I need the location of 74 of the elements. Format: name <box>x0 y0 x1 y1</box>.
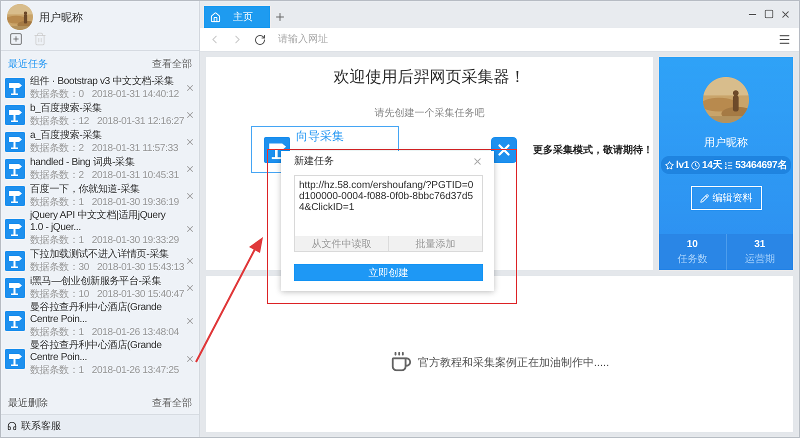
task-time: 2018-01-30 15:43:13 <box>97 262 184 274</box>
task-time: 2018-01-30 19:36:19 <box>92 196 179 208</box>
task-time: 2018-01-31 11:57:33 <box>92 142 178 154</box>
signpost-icon <box>5 132 25 152</box>
level-text: lv1 <box>676 160 689 170</box>
task-time: 2018-01-31 10:45:31 <box>92 170 179 182</box>
signpost-icon <box>5 348 25 368</box>
task-count: 数据条数：2 <box>30 142 84 154</box>
task-count: 数据条数：12 <box>30 116 90 128</box>
task-time: 2018-01-26 13:48:04 <box>92 327 179 339</box>
new-task-icon[interactable] <box>9 32 23 46</box>
section-title: 最近任务 <box>8 58 48 71</box>
task-time: 2018-01-30 19:33:29 <box>92 235 179 247</box>
headset-icon <box>7 421 17 431</box>
signpost-icon <box>5 159 25 179</box>
signpost-icon <box>5 218 25 238</box>
task-time: 2018-01-31 12:16:27 <box>97 116 184 128</box>
signpost-icon <box>5 105 25 125</box>
signpost-icon <box>5 310 25 330</box>
trash-icon[interactable] <box>33 32 47 46</box>
signpost-icon <box>5 186 25 206</box>
task-count: 数据条数：30 <box>30 262 90 274</box>
task-title[interactable]: 组件 · Bootstrap v3 中文文档-采集 <box>30 76 180 88</box>
profile-nickname: 用户昵称 <box>704 136 748 150</box>
task-time: 2018-01-30 15:40:47 <box>97 288 184 300</box>
task-count: 数据条数：0 <box>30 88 84 100</box>
task-title[interactable]: jQuery API 中文文档|适用jQuery 1.0 - jQuer... <box>30 210 180 234</box>
task-count: 数据条数：1 <box>30 235 84 247</box>
stat-label: 运营期 <box>744 252 775 266</box>
task-count: 数据条数：1 <box>30 365 84 377</box>
home-icon <box>210 12 221 22</box>
section-title: 最近删除 <box>8 396 48 410</box>
task-time: 2018-01-26 13:47:25 <box>92 365 179 377</box>
task-count: 数据条数：2 <box>30 170 84 182</box>
support-link[interactable]: 联系客服 <box>21 419 61 433</box>
rank-text: 53464697名 <box>735 158 788 172</box>
days-text: 14天 <box>702 159 722 172</box>
task-time: 2018-01-31 14:40:12 <box>92 88 179 100</box>
user-nickname: 用户昵称 <box>39 10 83 24</box>
close-icon[interactable] <box>780 9 791 20</box>
clock-icon <box>690 160 700 170</box>
stat-value: 31 <box>754 238 766 250</box>
task-title[interactable]: 曼谷拉查丹利中心酒店(Grande Centre Poin... <box>30 340 180 364</box>
welcome-subtitle: 请先创建一个采集任务吧 <box>374 106 484 120</box>
coffee-icon <box>390 351 412 373</box>
task-count: 数据条数：1 <box>30 196 84 208</box>
task-title[interactable]: i黑马—创业创新服务平台-采集 <box>30 276 180 288</box>
refresh-icon[interactable] <box>254 34 266 46</box>
stat-value: 10 <box>686 238 698 250</box>
task-count: 数据条数：1 <box>30 327 84 339</box>
signpost-icon <box>5 278 25 298</box>
maximize-icon[interactable] <box>764 9 774 19</box>
welcome-title: 欢迎使用后羿网页采集器！ <box>334 68 526 88</box>
tutorial-message: 官方教程和采集案例正在加油制作中..... <box>418 356 610 370</box>
task-count: 数据条数：10 <box>30 288 90 300</box>
wizard-label: 向导采集 <box>296 130 344 143</box>
menu-icon[interactable] <box>778 33 791 46</box>
task-title[interactable]: 曼谷拉查丹利中心酒店(Grande Centre Poin... <box>30 302 180 326</box>
task-title[interactable]: 百度一下，你就知道-采集 <box>30 184 180 196</box>
view-all-link[interactable]: 查看全部 <box>152 57 192 71</box>
view-all-link[interactable]: 查看全部 <box>152 396 192 410</box>
star-icon <box>664 160 674 170</box>
pencil-icon <box>700 194 708 202</box>
task-title[interactable]: handled - Bing 词典-采集 <box>30 156 180 168</box>
dialog-title: 新建任务 <box>294 154 334 168</box>
task-title[interactable]: b_百度搜索-采集 <box>30 102 180 114</box>
list-icon <box>724 160 734 170</box>
signpost-icon <box>5 78 25 98</box>
more-modes-text: 更多采集模式，敬请期待！ <box>533 144 653 156</box>
task-title[interactable]: 下拉加载测试不进入详情页-采集 <box>30 248 180 260</box>
stat-label: 任务数 <box>677 252 708 266</box>
task-title[interactable]: a_百度搜索-采集 <box>30 130 180 142</box>
new-tab-icon[interactable] <box>274 11 286 23</box>
signpost-icon <box>5 251 25 271</box>
